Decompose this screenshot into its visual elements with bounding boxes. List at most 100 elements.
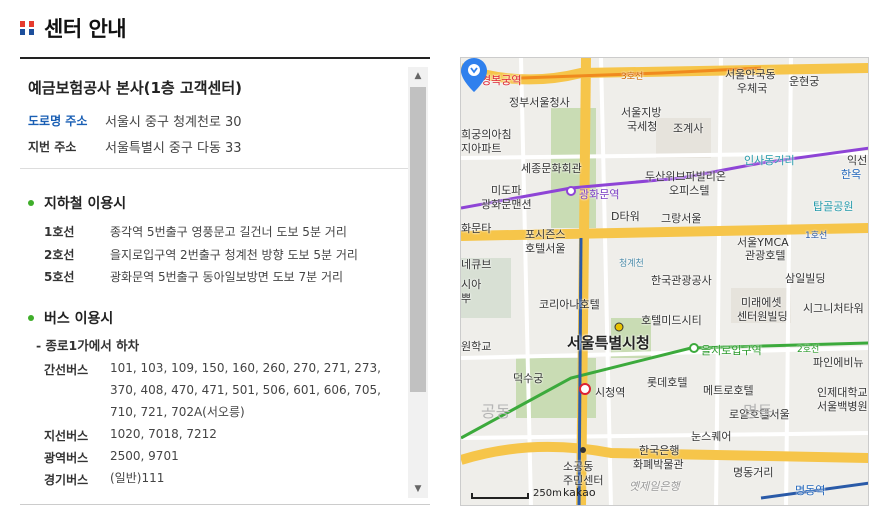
bus-section-title: 버스 이용시 [28,308,113,328]
map-label: 코리아나호텔 [539,298,600,311]
lot-address-value: 서울특별시 중구 다동 33 [105,141,242,156]
bus-row: 간선버스 101, 103, 109, 150, 160, 260, 270, … [44,357,400,423]
scroll-thumb[interactable] [410,87,426,392]
map-label: 오피스텔 [669,184,710,197]
map-label: 덕수궁 [513,372,544,385]
map-brand: kakao [563,486,596,499]
bus-numbers: 1020, 7018, 7212 [110,427,217,441]
road-address-value: 서울시 중구 청계천로 30 [105,115,242,130]
lot-address-row: 지번 주소 서울특별시 중구 다동 33 [28,137,242,156]
subway-line-row: 2호선 을지로입구역 2번출구 청계천 방향 도보 5분 거리 [44,246,358,263]
map-label: 서울백병원 [817,400,868,413]
map-label: 시그니처타워 [803,302,864,315]
map-label: D타워 [611,210,640,223]
map-label: 운현궁 [789,75,820,88]
map-label: 지아파트 [461,142,502,155]
bus-row: 경기버스 (일반)111 [44,467,400,489]
subway-line-row: 1호선 종각역 5번출구 영풍문고 길건너 도보 5분 거리 [44,223,347,240]
map-label: 청계천 [619,259,644,269]
city-hall-marker [614,322,624,332]
map-label: 한국관광공사 [651,274,712,287]
divider [20,168,408,169]
map-label: 조계사 [673,122,704,135]
bus-numbers: (일반)111 [110,471,165,485]
map-label: 1호선 [805,231,828,241]
map-label: 국세청 [627,120,658,133]
map-label: 명동역 [795,484,826,497]
map-scale: 250m [471,488,562,499]
map-label: 메트로호텔 [703,384,754,397]
map-label: 경복궁역 [481,74,522,87]
map-label: 명동 [743,402,773,421]
map-label: 화문타 [461,222,492,235]
map-label: 그랑서울 [661,212,702,225]
map-label: 을지로입구역 [701,344,762,357]
map-label: 옛제일은행 [629,480,680,493]
subway-line-label: 2호선 [44,248,75,262]
map-label: 뿌 [461,292,472,305]
bus-numbers: 101, 103, 109, 150, 160, 260, 270, 271, … [110,361,381,419]
map-label: 탑골공원 [813,200,854,213]
location-pin-icon[interactable] [461,58,487,92]
location-map[interactable]: 경복궁역 3호선 정부서울청사 서울안국동 우체국 운현궁 희궁의아침 지아파트… [460,57,869,506]
map-label: 파인에비뉴 [813,356,864,369]
subway-line-desc: 을지로입구역 2번출구 청계천 방향 도보 5분 거리 [110,248,358,262]
map-label: 광화문역 [579,188,620,201]
subway-line-label: 1호선 [44,225,75,239]
info-panel[interactable]: 예금보험공사 본사(1층 고객센터) 도로명 주소 서울시 중구 청계천로 30… [20,57,430,505]
bus-row: 광역버스 2500, 9701 [44,445,400,467]
map-label: 공동 [481,402,511,421]
road-address-label: 도로명 주소 [28,114,88,128]
scroll-down-icon[interactable]: ▼ [408,480,428,498]
map-label: 세종문화회관 [521,162,582,175]
bus-title-text: 버스 이용시 [44,311,114,327]
page-title: 센터 안내 [44,17,127,41]
map-label: 화폐박물관 [633,458,684,471]
scroll-up-icon[interactable]: ▲ [408,67,428,85]
bullet-icon [28,200,34,206]
station-marker [566,186,576,196]
subway-line-desc: 광화문역 5번출구 동아일보방면 도보 7분 거리 [110,270,344,284]
map-label: 서울특별시청 [567,334,650,352]
bus-type-label: 간선버스 [44,363,89,377]
map-label: 호텔서울 [525,242,566,255]
subway-section-title: 지하철 이용시 [28,193,126,213]
office-title: 예금보험공사 본사(1층 고객센터) [28,79,242,97]
map-label: 정부서울청사 [509,96,570,109]
info-panel-content: 예금보험공사 본사(1층 고객센터) 도로명 주소 서울시 중구 청계천로 30… [20,59,408,504]
scale-label: 250m [533,488,562,499]
bus-type-label: 경기버스 [44,473,89,487]
bullet-icon [28,315,34,321]
map-label: 센터원빌딩 [737,310,788,323]
map-label: 원학교 [461,340,492,353]
map-label: 네큐브 [461,258,492,271]
map-label: 시청역 [595,386,626,399]
map-label: 눈스퀘어 [691,430,732,443]
map-label: 우체국 [737,82,768,95]
bus-stop-subtitle: - 종로1가에서 하차 [36,338,140,353]
map-label: 롯데호텔 [647,376,688,389]
bus-row: 지선버스 1020, 7018, 7212 [44,423,400,445]
station-marker [579,383,591,395]
map-label: 광화문맨션 [481,198,532,211]
subway-line-label: 5호선 [44,270,75,284]
map-label: 인사동거리 [744,154,795,167]
map-label: 3호선 [621,72,644,82]
map-label: 삼일빌딩 [785,272,826,285]
road-address-row: 도로명 주소 서울시 중구 청계천로 30 [28,111,242,130]
poi-marker [580,447,586,453]
map-label: 명동거리 [733,466,774,479]
section-header: 센터 안내 [20,12,127,44]
bus-type-label: 지선버스 [44,429,89,443]
subway-title-text: 지하철 이용시 [44,196,127,212]
map-label: 호텔미드시티 [641,314,702,327]
vertical-scrollbar[interactable]: ▲ ▼ [408,67,428,498]
station-marker [689,343,699,353]
subway-line-desc: 종각역 5번출구 영풍문고 길건너 도보 5분 거리 [110,225,347,239]
brand-logo-icon [20,21,34,35]
scale-bar [471,493,529,499]
map-label: 관광호텔 [745,249,786,262]
lot-address-label: 지번 주소 [28,140,77,154]
bus-numbers: 2500, 9701 [110,449,179,463]
subway-line-row: 5호선 광화문역 5번출구 동아일보방면 도보 7분 거리 [44,268,343,285]
